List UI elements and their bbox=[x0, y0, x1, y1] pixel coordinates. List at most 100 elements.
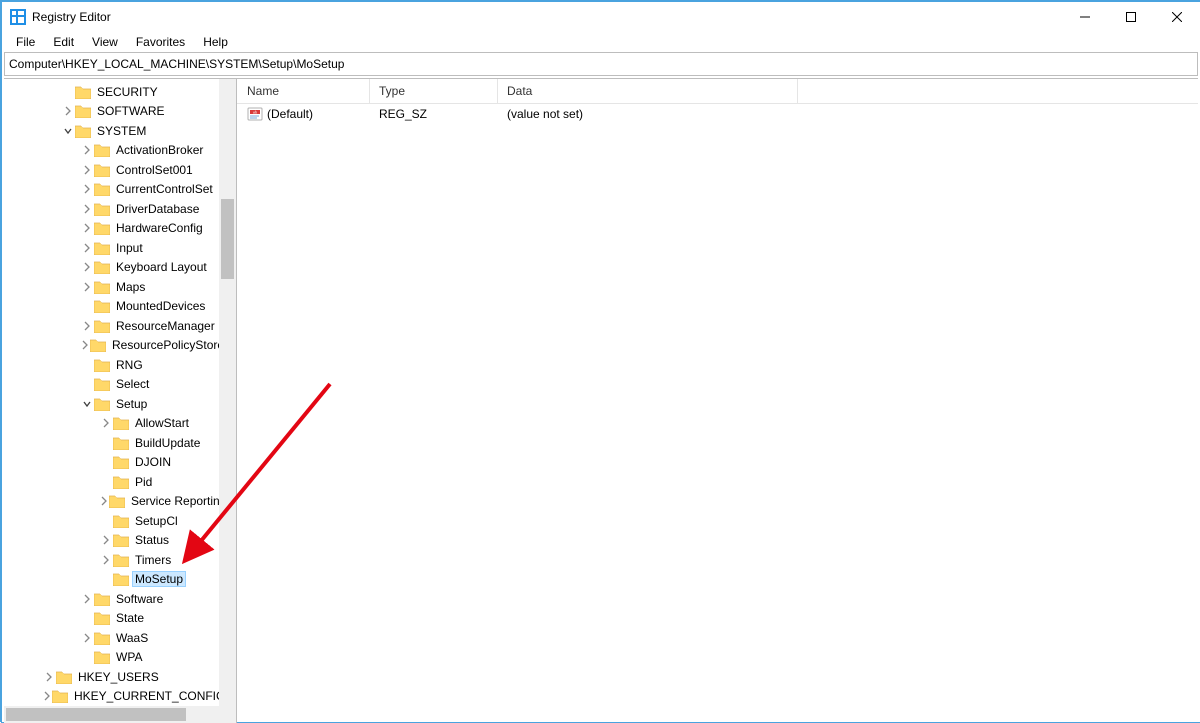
chevron-right-icon[interactable] bbox=[80, 631, 94, 645]
folder-icon bbox=[94, 163, 110, 177]
tree-item-label: HKEY_USERS bbox=[76, 670, 161, 684]
chevron-down-icon[interactable] bbox=[61, 124, 75, 138]
chevron-right-icon[interactable] bbox=[99, 533, 113, 547]
tree-item[interactable]: SOFTWARE bbox=[4, 102, 219, 122]
tree-item[interactable]: Status bbox=[4, 531, 219, 551]
tree-pane: SECURITY SOFTWARE SYSTEM ActivationBroker Co… bbox=[4, 79, 237, 723]
tree-item[interactable]: HKEY_CURRENT_CONFIG bbox=[4, 687, 219, 707]
tree-item[interactable]: WaaS bbox=[4, 628, 219, 648]
window-controls bbox=[1062, 2, 1200, 32]
tree-item[interactable]: Software bbox=[4, 589, 219, 609]
folder-icon bbox=[94, 143, 110, 157]
tree-item[interactable]: ControlSet001 bbox=[4, 160, 219, 180]
menu-favorites[interactable]: Favorites bbox=[128, 34, 193, 50]
horizontal-scrollbar[interactable] bbox=[4, 706, 219, 723]
tree-item-label: SOFTWARE bbox=[95, 104, 167, 118]
folder-icon bbox=[113, 475, 129, 489]
column-separator[interactable] bbox=[797, 79, 798, 103]
chevron-right-icon[interactable] bbox=[80, 241, 94, 255]
values-header: Name Type Data bbox=[237, 79, 1198, 104]
tree-item[interactable]: WPA bbox=[4, 648, 219, 668]
chevron-right-icon[interactable] bbox=[80, 338, 90, 352]
chevron-right-icon[interactable] bbox=[61, 104, 75, 118]
tree-item[interactable]: Input bbox=[4, 238, 219, 258]
maximize-button[interactable] bbox=[1108, 2, 1154, 32]
tree-item[interactable]: BuildUpdate bbox=[4, 433, 219, 453]
tree-item[interactable]: DJOIN bbox=[4, 453, 219, 473]
chevron-right-icon[interactable] bbox=[42, 670, 56, 684]
tree-item[interactable]: Service Reporting bbox=[4, 492, 219, 512]
chevron-right-icon[interactable] bbox=[80, 260, 94, 274]
chevron-right-icon[interactable] bbox=[99, 416, 113, 430]
tree-item-label: Pid bbox=[133, 475, 154, 489]
tree-item[interactable]: State bbox=[4, 609, 219, 629]
svg-text:ab: ab bbox=[253, 110, 258, 115]
tree-item[interactable]: SECURITY bbox=[4, 82, 219, 102]
chevron-right-icon[interactable] bbox=[80, 163, 94, 177]
value-row[interactable]: ab(Default)REG_SZ(value not set) bbox=[237, 104, 1198, 124]
column-separator[interactable] bbox=[497, 79, 498, 103]
tree-item[interactable]: Keyboard Layout bbox=[4, 258, 219, 278]
scroll-thumb[interactable] bbox=[6, 708, 186, 721]
chevron-right-icon[interactable] bbox=[80, 280, 94, 294]
tree-item[interactable]: Maps bbox=[4, 277, 219, 297]
chevron-down-icon[interactable] bbox=[80, 397, 94, 411]
menu-view[interactable]: View bbox=[84, 34, 126, 50]
main-split: SECURITY SOFTWARE SYSTEM ActivationBroker Co… bbox=[4, 78, 1198, 723]
tree-item[interactable]: CurrentControlSet bbox=[4, 180, 219, 200]
tree-item-label: ActivationBroker bbox=[114, 143, 205, 157]
tree-item[interactable]: MountedDevices bbox=[4, 297, 219, 317]
tree-item[interactable]: ResourcePolicyStore bbox=[4, 336, 219, 356]
value-name-cell: ab(Default) bbox=[237, 106, 369, 122]
menu-edit[interactable]: Edit bbox=[45, 34, 82, 50]
tree-item[interactable]: DriverDatabase bbox=[4, 199, 219, 219]
tree-item[interactable]: RNG bbox=[4, 355, 219, 375]
vertical-scrollbar[interactable] bbox=[219, 79, 236, 706]
menu-help[interactable]: Help bbox=[195, 34, 236, 50]
tree-item[interactable]: HardwareConfig bbox=[4, 219, 219, 239]
tree-item[interactable]: Pid bbox=[4, 472, 219, 492]
tree-item[interactable]: ResourceManager bbox=[4, 316, 219, 336]
tree-item[interactable]: SetupCl bbox=[4, 511, 219, 531]
tree-item[interactable]: AllowStart bbox=[4, 414, 219, 434]
folder-icon bbox=[113, 436, 129, 450]
chevron-right-icon[interactable] bbox=[80, 592, 94, 606]
menu-file[interactable]: File bbox=[8, 34, 43, 50]
minimize-button[interactable] bbox=[1062, 2, 1108, 32]
chevron-right-icon[interactable] bbox=[42, 689, 52, 703]
values-list[interactable]: ab(Default)REG_SZ(value not set) bbox=[237, 104, 1198, 124]
chevron-right-icon[interactable] bbox=[80, 319, 94, 333]
tree-item-label: Service Reporting bbox=[129, 494, 219, 508]
folder-icon bbox=[94, 182, 110, 196]
tree-item[interactable]: Timers bbox=[4, 550, 219, 570]
folder-icon bbox=[113, 514, 129, 528]
close-button[interactable] bbox=[1154, 2, 1200, 32]
column-header-data[interactable]: Data bbox=[497, 79, 797, 103]
folder-icon bbox=[56, 670, 72, 684]
folder-icon bbox=[113, 533, 129, 547]
folder-icon bbox=[94, 611, 110, 625]
tree-view[interactable]: SECURITY SOFTWARE SYSTEM ActivationBroker Co… bbox=[4, 79, 219, 706]
column-separator[interactable] bbox=[369, 79, 370, 103]
chevron-right-icon[interactable] bbox=[80, 202, 94, 216]
tree-item[interactable]: Select bbox=[4, 375, 219, 395]
scroll-thumb[interactable] bbox=[221, 199, 234, 279]
tree-item[interactable]: HKEY_USERS bbox=[4, 667, 219, 687]
chevron-right-icon[interactable] bbox=[99, 494, 109, 508]
folder-icon bbox=[94, 397, 110, 411]
column-header-name[interactable]: Name bbox=[237, 79, 369, 103]
column-header-type[interactable]: Type bbox=[369, 79, 497, 103]
chevron-right-icon[interactable] bbox=[80, 182, 94, 196]
tree-item-label: SetupCl bbox=[133, 514, 180, 528]
tree-item[interactable]: MoSetup bbox=[4, 570, 219, 590]
chevron-right-icon[interactable] bbox=[80, 143, 94, 157]
folder-icon bbox=[52, 689, 68, 703]
address-bar[interactable]: Computer\HKEY_LOCAL_MACHINE\SYSTEM\Setup… bbox=[4, 52, 1198, 76]
tree-item[interactable]: Setup bbox=[4, 394, 219, 414]
tree-item[interactable]: SYSTEM bbox=[4, 121, 219, 141]
chevron-right-icon[interactable] bbox=[80, 221, 94, 235]
chevron-right-icon[interactable] bbox=[99, 553, 113, 567]
folder-icon bbox=[94, 241, 110, 255]
tree-item-label: Software bbox=[114, 592, 165, 606]
tree-item[interactable]: ActivationBroker bbox=[4, 141, 219, 161]
